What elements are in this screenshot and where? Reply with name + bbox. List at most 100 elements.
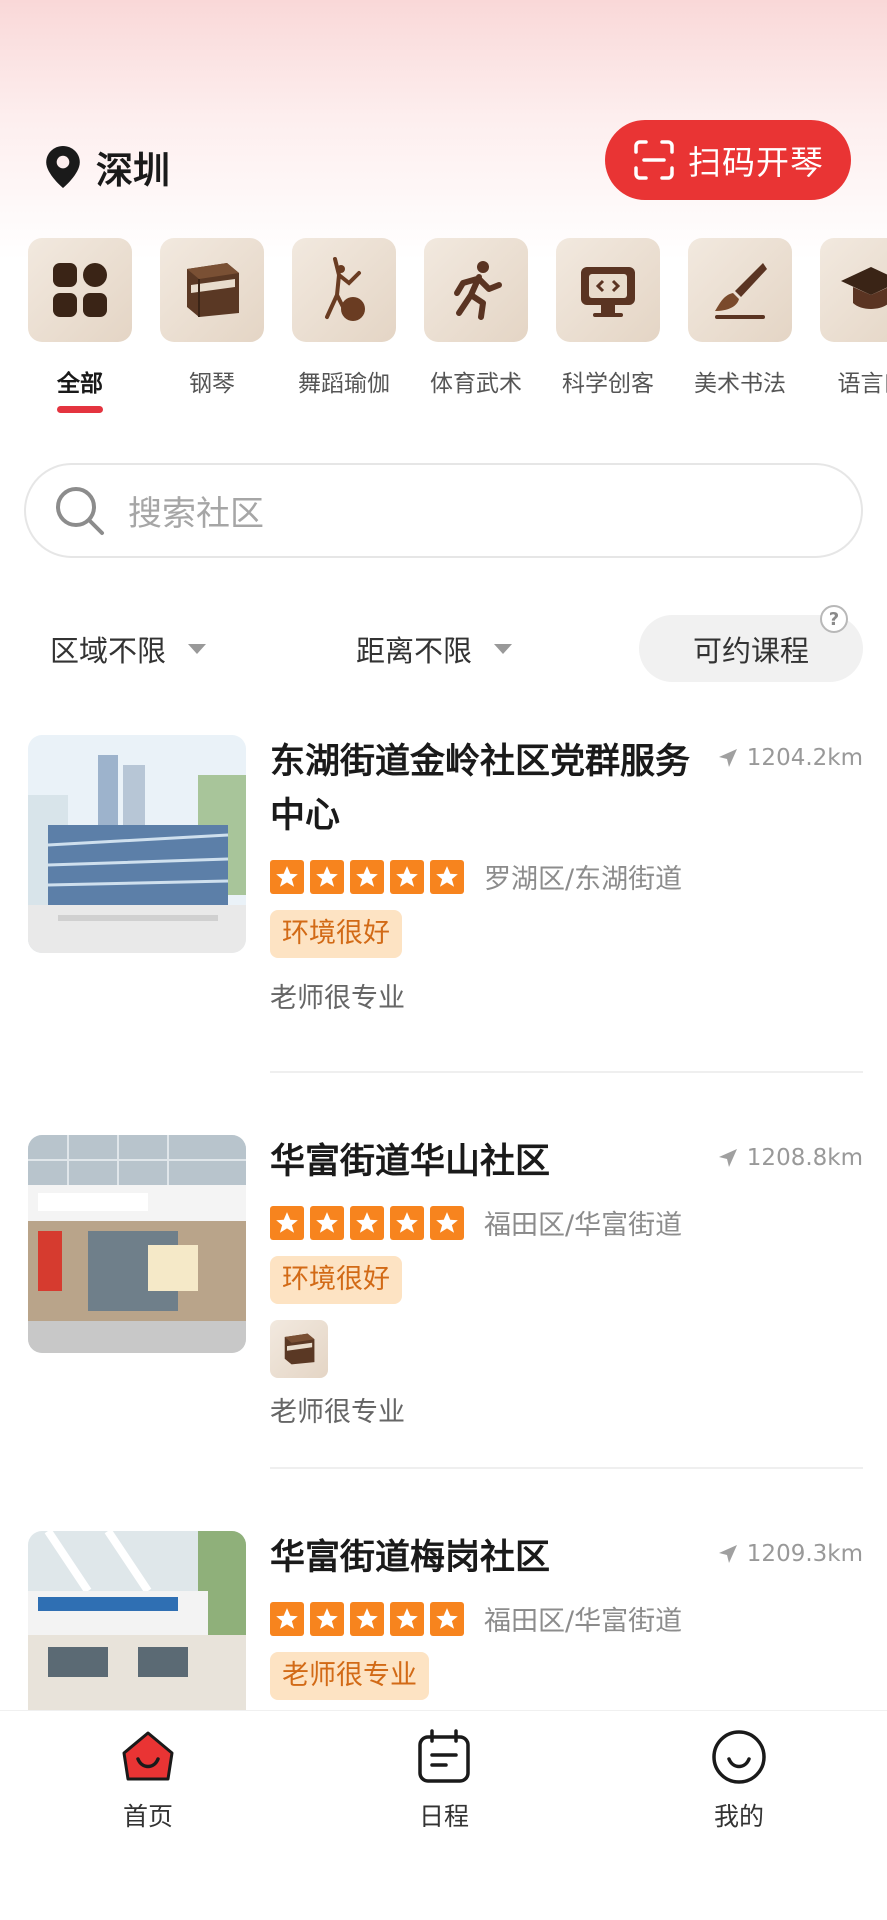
filter-bar: 区域不限 距离不限 可约课程 ? — [0, 605, 887, 684]
tab-label: 日程 — [418, 1802, 469, 1831]
search-placeholder: 搜索社区 — [128, 494, 264, 534]
tab-home[interactable]: 首页 — [88, 1727, 208, 1833]
piano-icon — [187, 263, 239, 317]
region-label: 福田区/华富街道 — [484, 1210, 683, 1241]
star-icon — [430, 1205, 464, 1240]
rating-row: 福田区/华富街道 — [270, 1599, 870, 1638]
distance-value: 1208.8km — [746, 1145, 863, 1171]
active-indicator — [57, 406, 103, 413]
community-photo — [28, 735, 246, 953]
star-icon — [270, 1601, 304, 1636]
star-icon — [350, 859, 384, 894]
piano-icon — [284, 1333, 315, 1365]
star-icon — [430, 859, 464, 894]
category-language-tile — [820, 238, 887, 342]
navigation-arrow-icon — [718, 1545, 737, 1563]
category-all-tile — [28, 238, 132, 342]
category-art-tile — [688, 238, 792, 342]
star-icon — [270, 859, 304, 894]
header: 深圳 扫码开琴 — [0, 110, 887, 210]
monitor-icon — [581, 267, 635, 317]
course-category-badge — [270, 1320, 328, 1378]
category-label: 钢琴 — [189, 371, 235, 397]
region-label: 福田区/华富街道 — [484, 1606, 683, 1637]
star-icon — [270, 1205, 304, 1240]
grid-icon — [53, 263, 107, 317]
region-filter[interactable]: 区域不限 — [50, 628, 207, 670]
star-icon — [310, 1601, 344, 1636]
star-icon — [430, 1601, 464, 1636]
review-tag: 环境很好 — [270, 1256, 402, 1304]
distance-filter[interactable]: 距离不限 — [356, 628, 513, 670]
bookable-courses-toggle[interactable]: 可约课程 ? — [639, 605, 863, 682]
navigation-arrow-icon — [718, 1149, 737, 1167]
category-language[interactable]: 语言口 — [820, 238, 887, 398]
distance: 1204.2km — [717, 745, 863, 771]
scan-button-label: 扫码开琴 — [688, 143, 824, 182]
category-science-tile — [556, 238, 660, 342]
category-label: 语言口 — [837, 371, 887, 397]
community-list: 东湖街道金岭社区党群服务中心 1204.2km 罗湖区/东湖街道 环境很好 老师… — [0, 735, 887, 1710]
city-selector[interactable]: 深圳 — [46, 140, 170, 194]
rating-row: 福田区/华富街道 — [270, 1203, 870, 1242]
search-icon — [56, 486, 104, 535]
distance-value: 1204.2km — [746, 745, 863, 771]
scan-to-play-button[interactable]: 扫码开琴 — [605, 120, 851, 200]
navigation-arrow-icon — [718, 749, 737, 767]
tab-schedule[interactable]: 日程 — [384, 1727, 504, 1833]
building-photo — [28, 1135, 246, 1353]
distance: 1208.8km — [717, 1145, 863, 1171]
help-icon[interactable]: ? — [820, 605, 848, 633]
category-label: 美术书法 — [694, 371, 786, 397]
distance: 1209.3km — [717, 1541, 863, 1567]
rating-row: 罗湖区/东湖街道 — [270, 857, 870, 896]
building-photo — [28, 1531, 246, 1710]
star-icon — [390, 859, 424, 894]
community-photo — [28, 1531, 246, 1710]
smiley-profile-icon — [712, 1730, 766, 1784]
category-sports-tile — [424, 238, 528, 342]
community-title: 华富街道梅岗社区 — [270, 1538, 551, 1578]
category-label: 体育武术 — [430, 371, 522, 397]
dance-icon — [325, 257, 365, 321]
category-sports[interactable]: 体育武术 — [424, 238, 528, 398]
running-icon — [454, 261, 502, 320]
category-piano-tile — [160, 238, 264, 342]
star-icon — [310, 859, 344, 894]
city-name: 深圳 — [96, 149, 170, 192]
star-icon — [350, 1205, 384, 1240]
tab-profile[interactable]: 我的 — [679, 1727, 799, 1833]
bottom-tab-bar: 首页 日程 我的 — [0, 1710, 887, 1920]
review-comment: 老师很专业 — [270, 983, 405, 1014]
graduation-cap-icon — [841, 267, 887, 309]
dropdown-arrow-icon — [494, 644, 513, 654]
community-info: 东湖街道金岭社区党群服务中心 1204.2km 罗湖区/东湖街道 环境很好 老师… — [270, 735, 870, 1015]
star-icon — [310, 1205, 344, 1240]
review-tag: 老师很专业 — [270, 1652, 429, 1700]
review-tag: 环境很好 — [270, 910, 402, 958]
brush-icon — [715, 263, 767, 319]
community-photo — [28, 1135, 246, 1353]
category-label: 舞蹈瑜伽 — [298, 371, 390, 397]
category-art-calligraphy[interactable]: 美术书法 — [688, 238, 792, 398]
distance-value: 1209.3km — [746, 1541, 863, 1567]
calendar-icon — [418, 1729, 470, 1783]
divider — [270, 1071, 863, 1073]
bookable-courses-label: 可约课程 — [692, 633, 809, 668]
tab-label: 我的 — [713, 1802, 764, 1831]
category-dance-yoga[interactable]: 舞蹈瑜伽 — [292, 238, 396, 398]
star-icon — [350, 1601, 384, 1636]
distance-filter-label: 距离不限 — [356, 634, 473, 668]
review-comment: 老师很专业 — [270, 1397, 405, 1428]
star-icon — [390, 1205, 424, 1240]
category-label: 科学创客 — [562, 371, 654, 397]
category-piano[interactable]: 钢琴 — [160, 238, 264, 398]
category-all[interactable]: 全部 — [28, 238, 132, 413]
tab-label: 首页 — [122, 1802, 173, 1831]
building-photo — [28, 735, 246, 953]
star-icon — [390, 1601, 424, 1636]
search-bar[interactable]: 搜索社区 — [24, 463, 863, 558]
community-info: 华富街道梅岗社区 1209.3km 福田区/华富街道 老师很专业 — [270, 1531, 870, 1700]
category-science-maker[interactable]: 科学创客 — [556, 238, 660, 398]
region-label: 罗湖区/东湖街道 — [484, 864, 683, 895]
